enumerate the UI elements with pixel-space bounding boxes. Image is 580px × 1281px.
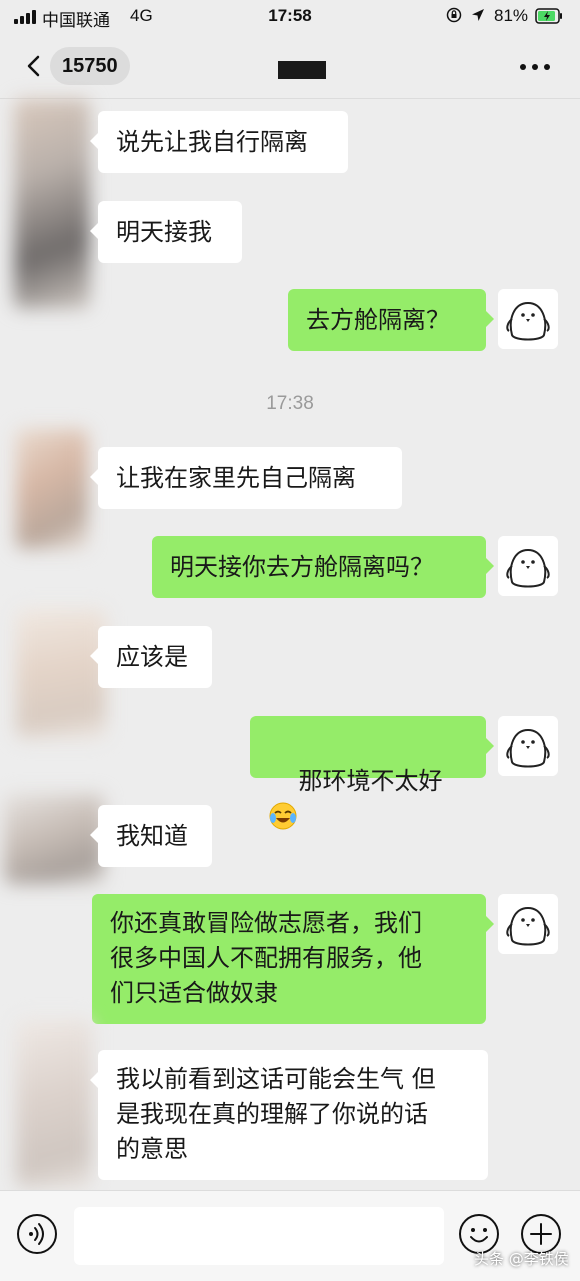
unread-count-badge[interactable]: 15750 (50, 47, 130, 85)
location-icon (472, 9, 484, 21)
my-avatar[interactable] (498, 536, 558, 596)
outgoing-message[interactable]: 那环境不太好 (250, 716, 494, 830)
status-time: 17:58 (268, 6, 312, 25)
my-avatar[interactable] (498, 716, 558, 776)
rotation-lock-icon (446, 7, 462, 23)
contact-avatar[interactable] (4, 794, 104, 884)
contact-avatar[interactable] (16, 429, 88, 549)
my-avatar[interactable] (498, 894, 558, 954)
contact-avatar[interactable] (16, 1019, 92, 1189)
contact-avatar[interactable] (14, 99, 90, 309)
my-avatar[interactable] (498, 289, 558, 349)
chevron-left-icon[interactable] (22, 54, 46, 78)
watermark: 头条 @李铁侯 (474, 1250, 569, 1268)
incoming-message[interactable]: 说先让我自行隔离 (90, 111, 348, 173)
incoming-message[interactable]: 我知道 (90, 805, 212, 867)
message-timestamp: 17:38 (266, 393, 314, 414)
voice-icon[interactable] (16, 1213, 58, 1255)
incoming-message[interactable]: 应该是 (90, 626, 212, 688)
incoming-message[interactable]: 让我在家里先自己隔离 (90, 447, 402, 509)
outgoing-message[interactable]: 你还真敢冒险做志愿者，我们 很多中国人不配拥有服务，他 们只适合做奴隶 (92, 894, 494, 1024)
message-list[interactable]: 说先让我自行隔离 明天接我 去方舱隔离？ 17:38 让我在家里先自己隔离 明天… (0, 99, 580, 1189)
message-text: 那环境不太好 (298, 767, 443, 795)
battery-charging-icon (535, 8, 562, 24)
chat-title-redacted (278, 61, 326, 79)
crying-laughing-emoji (269, 802, 297, 830)
outgoing-message[interactable]: 明天接你去方舱隔离吗？ (152, 536, 494, 598)
battery-percent: 81% (494, 6, 529, 25)
more-dots-icon[interactable] (520, 64, 552, 72)
incoming-message[interactable]: 明天接我 (90, 201, 242, 263)
chat-header: 15750 (0, 34, 580, 99)
incoming-message[interactable]: 我以前看到这话可能会生气 但 是我现在真的理解了你说的话 的意思 (90, 1050, 488, 1180)
status-bar: 中国联通 4G 17:58 81% (0, 0, 580, 34)
message-input[interactable] (74, 1207, 444, 1265)
outgoing-message[interactable]: 去方舱隔离？ (288, 289, 494, 351)
contact-avatar[interactable] (16, 609, 106, 739)
